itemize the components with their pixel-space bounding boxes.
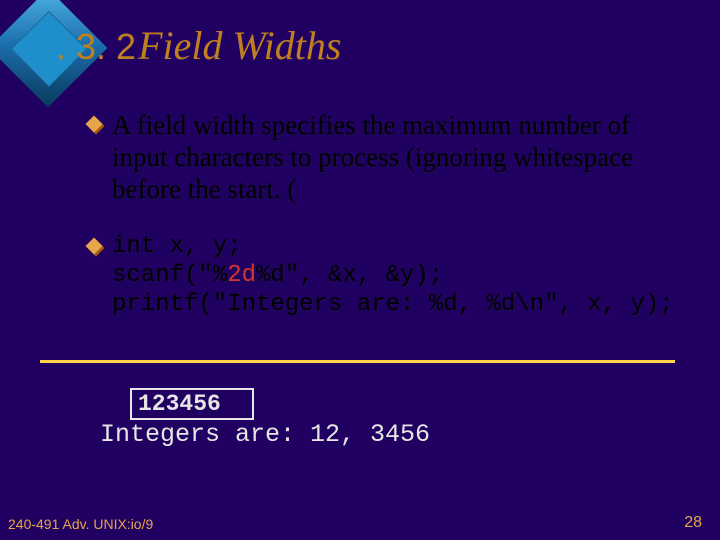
example-input-box: 123456 [130,388,254,420]
footer-course-tag: 240-491 Adv. UNIX:io/9 [8,516,153,532]
slide-body: A field width specifies the maximum numb… [88,110,690,345]
code-block: int x, y; scanf("%2d%d", &x, &y); printf… [112,232,674,320]
example-output-text: Integers are: 12, 3456 [100,420,430,449]
bullet-1: A field width specifies the maximum numb… [88,110,690,206]
highlight-format: 2d [227,262,256,289]
bullet-2: int x, y; scanf("%2d%d", &x, &y); printf… [88,232,690,320]
diamond-bullet-icon [88,118,104,134]
slide-number: 28 [684,514,702,532]
bullet-1-text: A field width specifies the maximum numb… [112,110,690,206]
section-number: . 3. 2 [56,26,136,67]
divider-line [40,360,675,363]
slide-title: . 3. 2Field Widths [56,22,341,69]
title-text: Field Widths [138,23,341,68]
diamond-bullet-icon [88,240,104,256]
